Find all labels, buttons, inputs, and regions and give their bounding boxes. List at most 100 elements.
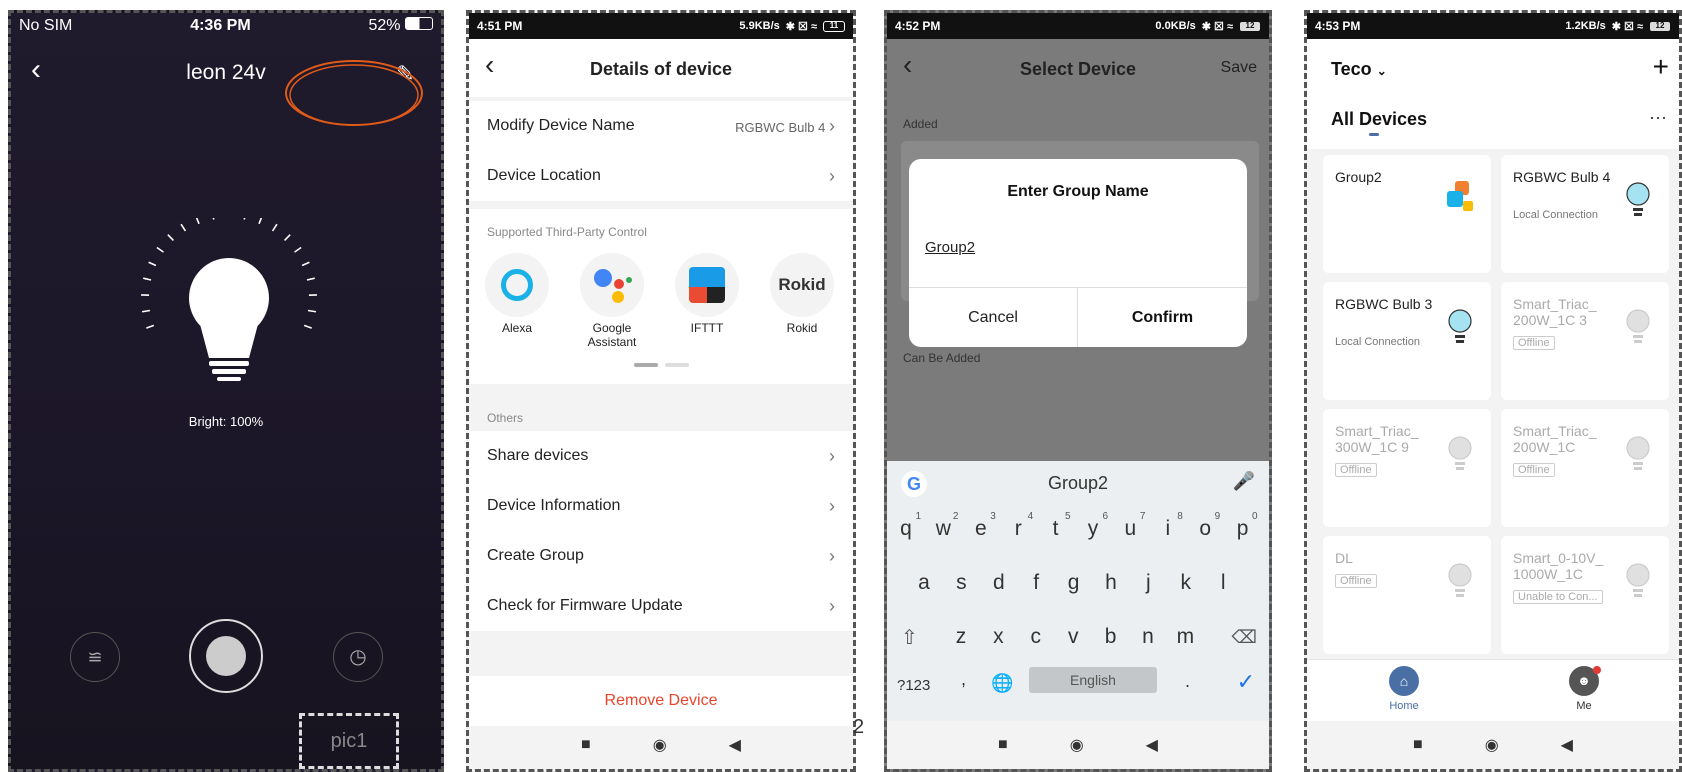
- key-e[interactable]: e3: [966, 511, 996, 541]
- firmware-update-row[interactable]: Check for Firmware Update ›: [469, 581, 853, 631]
- enter-check-icon[interactable]: ✓: [1237, 669, 1255, 695]
- device-card[interactable]: Group2: [1323, 155, 1491, 273]
- key-w[interactable]: w2: [928, 511, 959, 541]
- step-number: 2: [853, 716, 865, 738]
- back-triangle-icon[interactable]: ◀: [1561, 735, 1573, 755]
- status-bar: 4:53 PM 1.2KB/s ✱ ☒ ≈12: [1307, 13, 1679, 39]
- share-devices-row[interactable]: Share devices ›: [469, 431, 853, 481]
- device-card[interactable]: Smart_0-10V_ 1000W_1C Unable to Con...: [1501, 536, 1669, 654]
- home-tab-icon[interactable]: ⌂: [1389, 666, 1419, 696]
- key-r[interactable]: r4: [1003, 511, 1034, 541]
- keyboard: G Group2 🎤 q1w2e3r4t5y6u7i8o9p0 asdfghjk…: [887, 461, 1269, 733]
- key-y[interactable]: y6: [1078, 511, 1108, 541]
- key-h[interactable]: h: [1096, 571, 1126, 595]
- status-bar: No SIM 4:36 PM 52%: [11, 13, 441, 39]
- period-key[interactable]: .: [1185, 671, 1190, 692]
- timer-clock-icon[interactable]: ◷: [333, 632, 383, 682]
- android-nav-bar: ■ ◉ ◀: [1307, 721, 1679, 769]
- create-group-row[interactable]: Create Group ›: [469, 531, 853, 581]
- key-c[interactable]: c: [1021, 625, 1051, 649]
- remove-device-button[interactable]: Remove Device: [469, 676, 853, 726]
- device-name: Smart_Triac_ 200W_1C 3: [1513, 296, 1597, 328]
- confirm-button[interactable]: Confirm: [1078, 309, 1247, 327]
- power-button[interactable]: [189, 619, 263, 693]
- more-icon[interactable]: ···: [1649, 107, 1667, 128]
- key-k[interactable]: k: [1171, 571, 1201, 595]
- cancel-button[interactable]: Cancel: [909, 309, 1077, 327]
- home-selector[interactable]: Teco ⌄: [1331, 59, 1387, 80]
- device-information-row[interactable]: Device Information ›: [469, 481, 853, 531]
- key-j[interactable]: j: [1133, 571, 1163, 595]
- added-label: Added: [903, 117, 938, 131]
- header: ‹ Details of device: [469, 39, 853, 97]
- microphone-icon[interactable]: 🎤: [1233, 471, 1255, 492]
- key-l[interactable]: l: [1208, 571, 1238, 595]
- key-u[interactable]: u7: [1115, 511, 1146, 541]
- recents-icon[interactable]: ■: [1413, 736, 1423, 754]
- device-location-row[interactable]: Device Location ›: [469, 151, 853, 201]
- add-icon[interactable]: +: [1653, 51, 1669, 83]
- device-card[interactable]: DL Offline: [1323, 536, 1491, 654]
- key-t[interactable]: t5: [1041, 511, 1071, 541]
- key-a[interactable]: a: [909, 571, 939, 595]
- recents-icon[interactable]: ■: [581, 736, 591, 754]
- backspace-icon[interactable]: ⌫: [1232, 627, 1257, 648]
- device-card[interactable]: RGBWC Bulb 4 Local Connection: [1501, 155, 1669, 273]
- device-card[interactable]: RGBWC Bulb 3 Local Connection: [1323, 282, 1491, 400]
- google-assistant-icon[interactable]: [580, 253, 644, 317]
- all-devices-tab[interactable]: All Devices: [1331, 109, 1427, 130]
- android-nav-bar: ■ ◉ ◀: [469, 721, 853, 769]
- device-card[interactable]: Smart_Triac_ 200W_1C Offline: [1501, 409, 1669, 527]
- tab-bar: ⌂ Home ☻ Me: [1307, 659, 1679, 721]
- select-device-screen: 4:52 PM 0.0KB/s ✱ ☒ ≈12 ‹ Select Device S…: [884, 10, 1272, 772]
- home-icon[interactable]: ◉: [1485, 735, 1499, 755]
- modify-device-name-row[interactable]: Modify Device Name RGBWC Bulb 4 ›: [469, 101, 853, 151]
- space-bar[interactable]: English: [1029, 667, 1157, 693]
- key-x[interactable]: x: [983, 625, 1013, 649]
- key-f[interactable]: f: [1021, 571, 1051, 595]
- screenshot-collage: No SIM 4:36 PM 52% ‹ leon 24v ✎ Bright: …: [0, 0, 1682, 772]
- device-details-screen: 4:51 PM 5.9KB/s ✱ ☒ ≈11 ‹ Details of devi…: [466, 10, 856, 772]
- key-g[interactable]: g: [1059, 571, 1089, 595]
- save-button[interactable]: Save: [1221, 59, 1257, 77]
- key-m[interactable]: m: [1170, 625, 1200, 649]
- key-i[interactable]: i8: [1153, 511, 1182, 541]
- rokid-icon[interactable]: Rokid: [770, 253, 834, 317]
- key-b[interactable]: b: [1096, 625, 1126, 649]
- key-d[interactable]: d: [984, 571, 1014, 595]
- device-name: Group2: [1335, 169, 1382, 185]
- recents-icon[interactable]: ■: [998, 736, 1008, 754]
- shift-icon[interactable]: ⇧: [901, 625, 918, 650]
- home-icon[interactable]: ◉: [653, 735, 667, 755]
- home-tab[interactable]: Home: [1374, 700, 1434, 712]
- ifttt-icon[interactable]: [675, 253, 739, 317]
- device-name: Smart_Triac_ 300W_1C 9: [1335, 423, 1419, 455]
- device-name: Smart_Triac_ 200W_1C: [1513, 423, 1597, 455]
- globe-icon[interactable]: 🌐: [991, 673, 1013, 694]
- key-s[interactable]: s: [946, 571, 976, 595]
- home-devices-screen: 4:53 PM 1.2KB/s ✱ ☒ ≈12 Teco ⌄ + All Devi…: [1304, 10, 1682, 772]
- light-control-screen: No SIM 4:36 PM 52% ‹ leon 24v ✎ Bright: …: [8, 10, 444, 772]
- key-z[interactable]: z: [946, 625, 976, 649]
- group-name-input[interactable]: Group2: [925, 239, 975, 256]
- key-n[interactable]: n: [1133, 625, 1163, 649]
- device-card[interactable]: Smart_Triac_ 200W_1C 3 Offline: [1501, 282, 1669, 400]
- back-triangle-icon[interactable]: ◀: [729, 735, 741, 755]
- me-tab[interactable]: Me: [1554, 700, 1614, 712]
- numbers-key[interactable]: ?123: [897, 677, 930, 694]
- comma-key[interactable]: ,: [961, 669, 966, 690]
- bulb-icon: [1625, 435, 1651, 475]
- home-icon[interactable]: ◉: [1070, 735, 1084, 755]
- device-name: DL: [1335, 550, 1353, 566]
- key-p[interactable]: p0: [1228, 511, 1258, 541]
- page-title: Details of device: [589, 59, 733, 79]
- status-badge: Offline: [1335, 574, 1377, 588]
- suggestion[interactable]: Group2: [887, 473, 1269, 494]
- device-card[interactable]: Smart_Triac_ 300W_1C 9 Offline: [1323, 409, 1491, 527]
- back-triangle-icon[interactable]: ◀: [1146, 735, 1158, 755]
- key-v[interactable]: v: [1058, 625, 1088, 649]
- key-o[interactable]: o9: [1190, 511, 1220, 541]
- key-q[interactable]: q1: [891, 511, 921, 541]
- settings-sliders-icon[interactable]: ≌: [70, 632, 120, 682]
- alexa-icon[interactable]: [485, 253, 549, 317]
